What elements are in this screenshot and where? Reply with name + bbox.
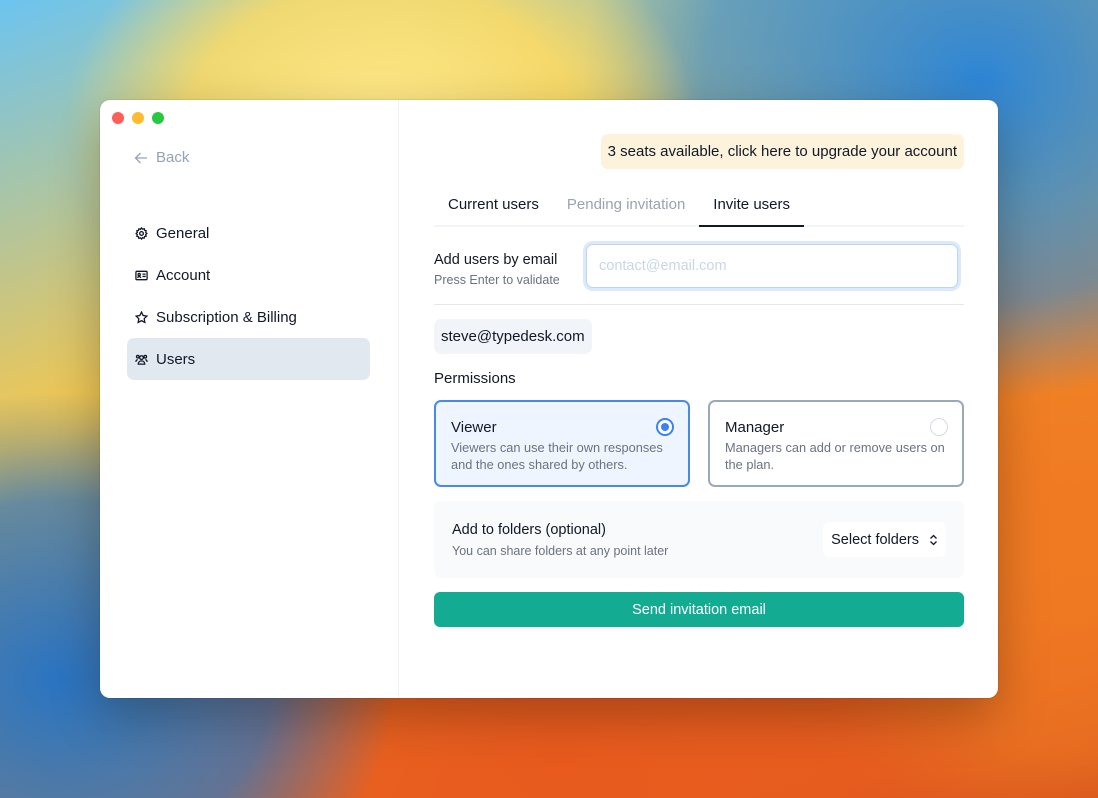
permission-card-manager[interactable]: Manager Managers can add or remove users…: [708, 400, 964, 487]
permissions-title: Permissions: [434, 370, 516, 387]
tab-invite-users[interactable]: Invite users: [699, 196, 804, 227]
sidebar-item-users[interactable]: Users: [127, 338, 370, 380]
sidebar-item-general[interactable]: General: [127, 212, 370, 254]
tab-current-users[interactable]: Current users: [434, 196, 553, 225]
sidebar-item-subscription-billing[interactable]: Subscription & Billing: [127, 296, 370, 338]
id-card-icon: [135, 270, 148, 280]
back-button[interactable]: Back: [134, 149, 189, 166]
chevron-up-down-icon: [930, 534, 937, 545]
email-input[interactable]: [586, 244, 958, 288]
star-icon: [135, 310, 148, 324]
users-icon: [135, 354, 148, 365]
arrow-left-icon: [134, 152, 147, 163]
folders-hint: You can share folders at any point later: [452, 544, 669, 558]
viewer-radio[interactable]: [656, 418, 674, 436]
upgrade-banner[interactable]: 3 seats available, click here to upgrade…: [600, 134, 964, 169]
folders-title: Add to folders (optional): [452, 522, 606, 538]
gear-icon: [135, 226, 148, 240]
email-chip[interactable]: steve@typedesk.com: [434, 319, 592, 354]
select-folders-label: Select folders: [831, 531, 919, 548]
settings-window: Back General Account Subscription & Bill…: [100, 100, 998, 698]
card-description: Managers can add or remove users on the …: [725, 440, 945, 472]
email-row: Add users by email Press Enter to valida…: [434, 244, 964, 305]
card-description: Viewers can use their own responses and …: [451, 440, 663, 472]
select-folders-dropdown[interactable]: Select folders: [823, 522, 946, 557]
user-tabs: Current users Pending invitation Invite …: [434, 196, 964, 227]
sidebar-item-label: Users: [156, 350, 196, 368]
sidebar-nav: General Account Subscription & Billing U…: [127, 212, 370, 380]
back-label: Back: [156, 149, 190, 166]
permission-options: Viewer Viewers can use their own respons…: [434, 400, 964, 487]
permission-card-viewer[interactable]: Viewer Viewers can use their own respons…: [434, 400, 690, 487]
card-title: Viewer: [451, 419, 497, 436]
manager-radio[interactable]: [930, 418, 948, 436]
sidebar-item-account[interactable]: Account: [127, 254, 370, 296]
card-title: Manager: [725, 419, 785, 436]
email-label: Add users by email: [434, 252, 558, 268]
sidebar-item-label: General: [156, 224, 210, 242]
email-hint: Press Enter to validate: [434, 273, 560, 287]
send-invitation-button[interactable]: Send invitation email: [434, 592, 964, 627]
sidebar-item-label: Subscription & Billing: [156, 308, 297, 326]
sidebar: Back General Account Subscription & Bill…: [100, 100, 399, 698]
folders-section: Add to folders (optional) You can share …: [434, 501, 964, 578]
sidebar-item-label: Account: [156, 266, 211, 284]
main-panel: 3 seats available, click here to upgrade…: [434, 100, 964, 698]
tab-pending-invitation[interactable]: Pending invitation: [553, 196, 699, 225]
